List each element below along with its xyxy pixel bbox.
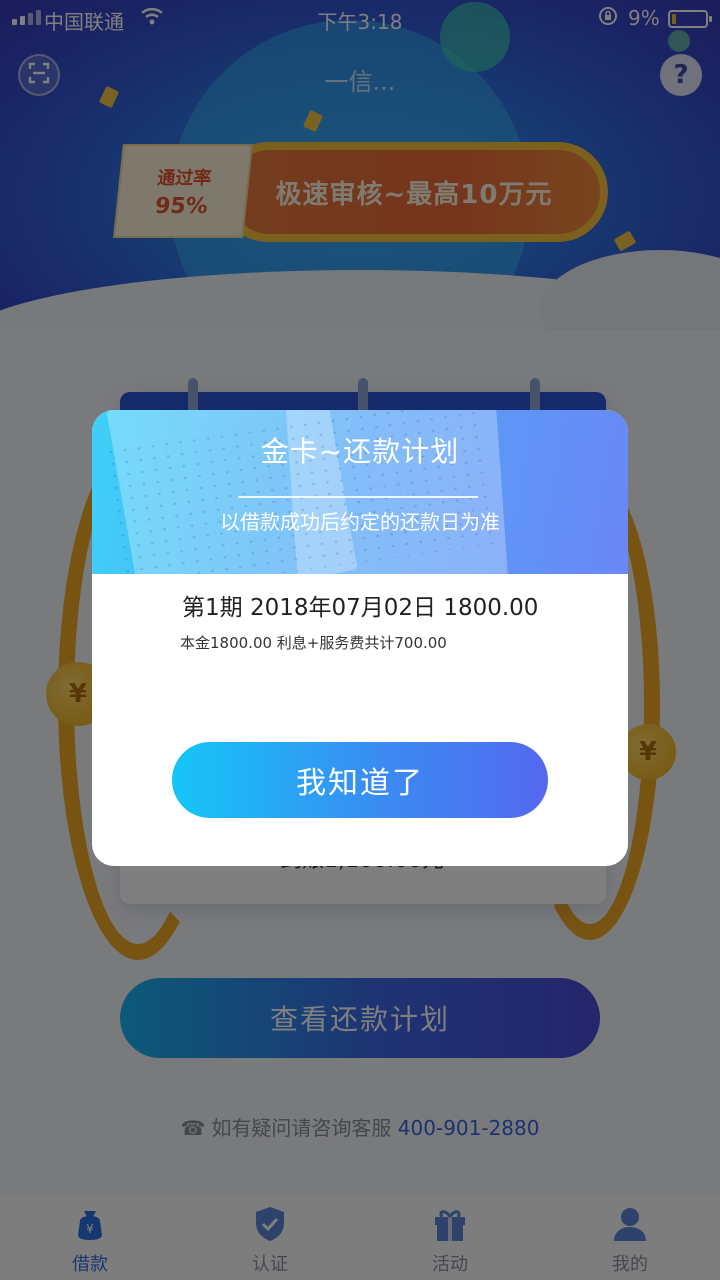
installment-summary: 第1期 2018年07月02日 1800.00 [182, 595, 539, 621]
installment-detail: 本金1800.00 利息+服务费共计700.00 [180, 634, 447, 652]
repayment-plan-dialog: 金卡~还款计划 以借款成功后约定的还款日为准 第1期 2018年07月02日 1… [92, 410, 628, 866]
dialog-divider [238, 496, 478, 498]
acknowledge-button[interactable]: 我知道了 [172, 742, 548, 818]
dialog-header: 金卡~还款计划 以借款成功后约定的还款日为准 [92, 410, 628, 574]
dialog-subtitle: 以借款成功后约定的还款日为准 [220, 510, 500, 534]
dialog-title: 金卡~还款计划 [260, 435, 460, 468]
